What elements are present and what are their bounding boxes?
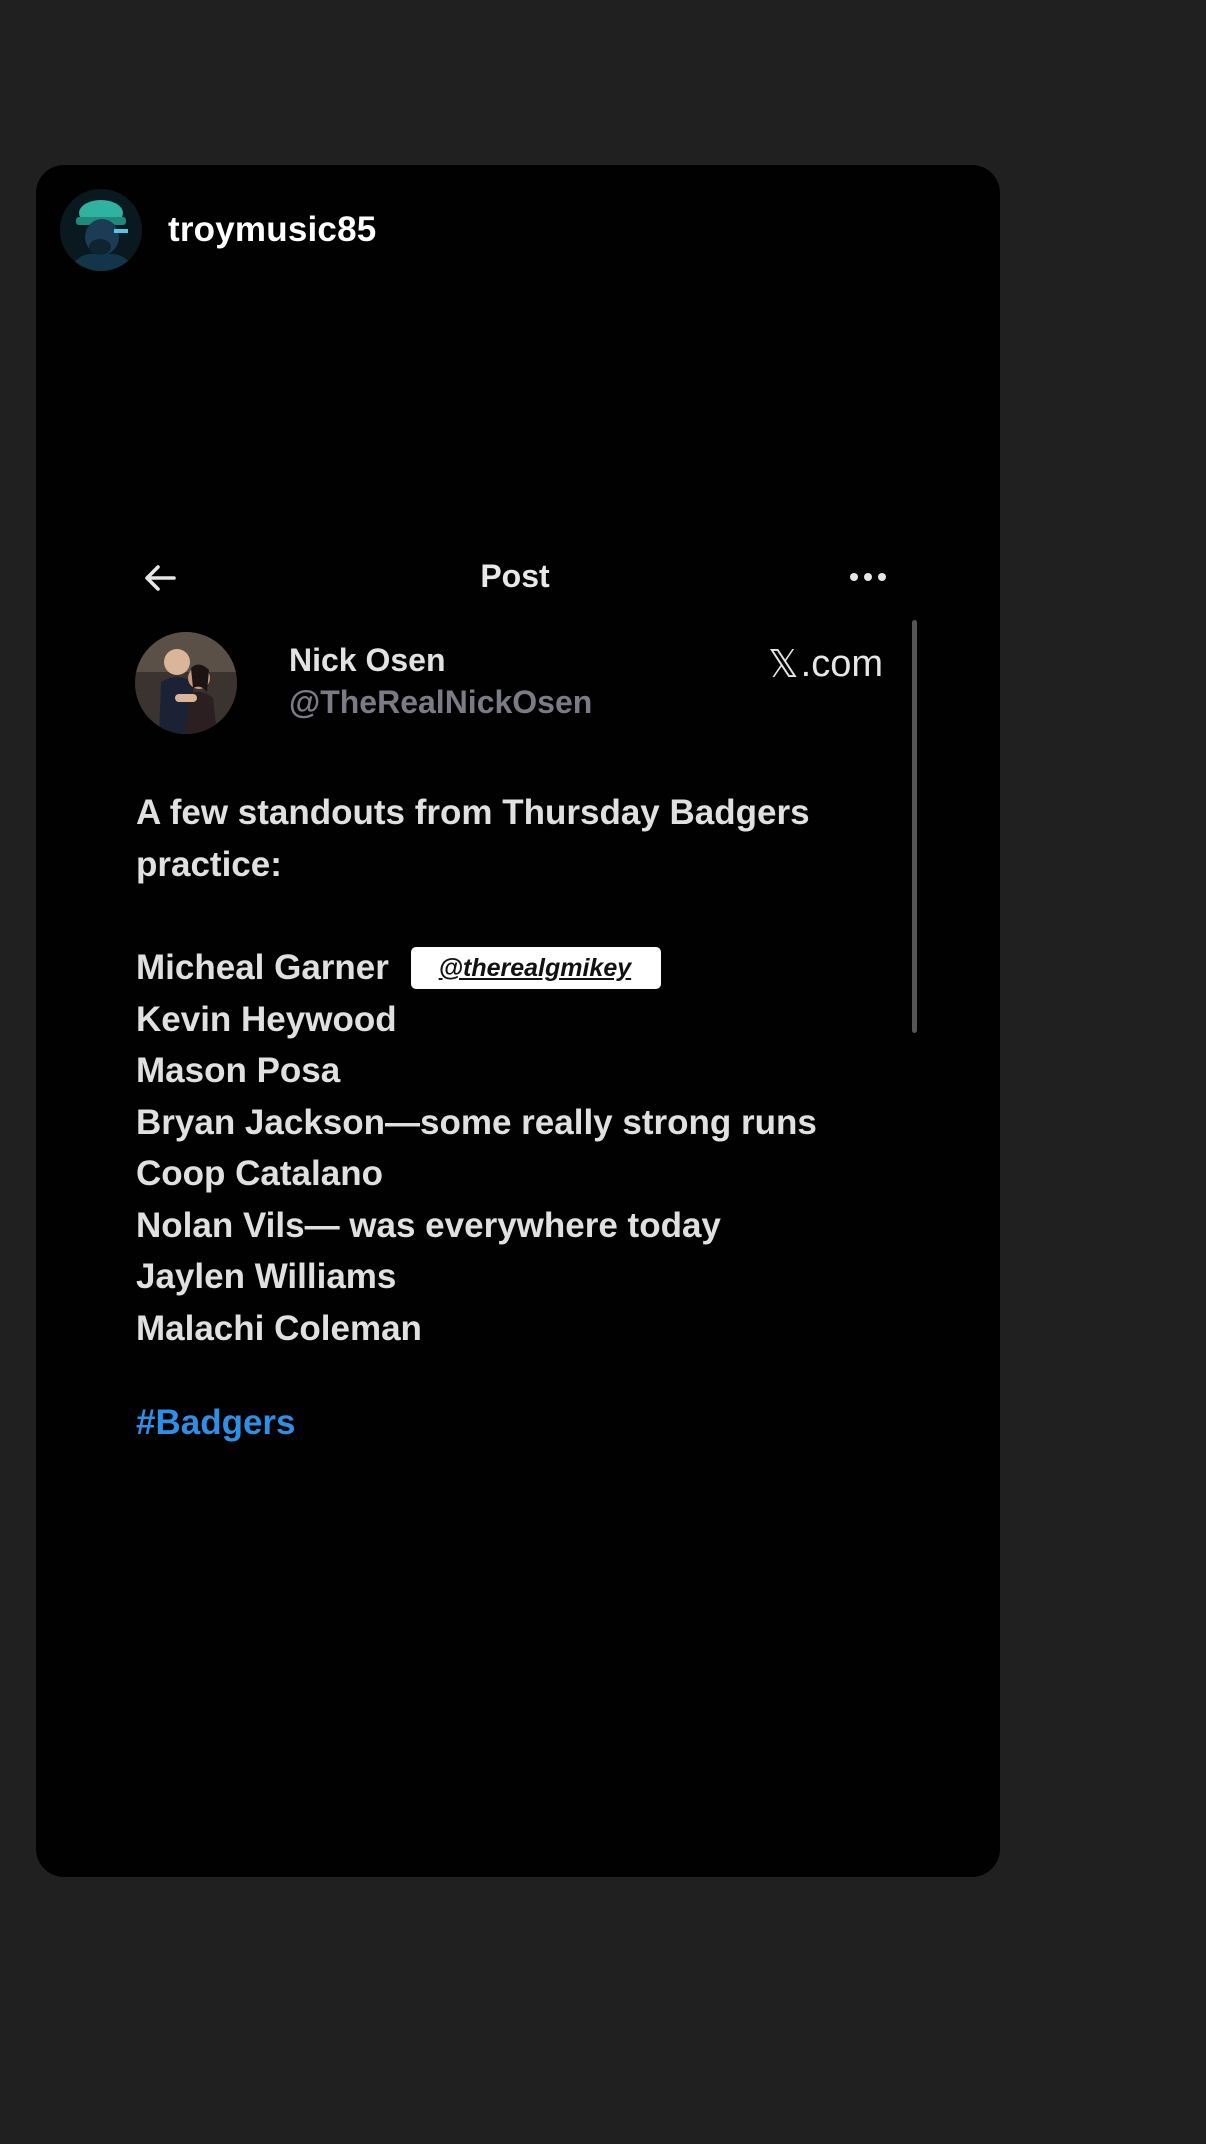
post-topbar: Post <box>140 548 890 608</box>
avatar-image <box>60 189 142 271</box>
post-player-list: Micheal Garner @therealgmikey Kevin Heyw… <box>136 942 916 1354</box>
author-name[interactable]: Nick Osen <box>289 642 446 679</box>
story-avatar[interactable] <box>60 189 142 271</box>
post-intro: A few standouts from Thursday Badgers pr… <box>136 793 810 884</box>
mention-sticker[interactable]: @therealgmikey <box>410 946 661 989</box>
post-title: Post <box>480 558 550 594</box>
hashtag-link[interactable]: #Badgers <box>136 1403 296 1443</box>
list-item: Mason Posa <box>136 1051 341 1090</box>
source-domain: .com <box>800 642 883 685</box>
list-item: Nolan Vils— was everywhere today <box>136 1205 721 1245</box>
list-item: Coop Catalano <box>136 1154 383 1193</box>
list-item: Bryan Jackson—some really strong runs <box>136 1102 817 1142</box>
list-item: Kevin Heywood <box>136 999 397 1039</box>
list-item: Jaylen Williams <box>136 1257 397 1296</box>
source-label: 𝕏 .com <box>768 642 883 686</box>
story-header: troymusic85 <box>60 189 376 271</box>
story-username[interactable]: troymusic85 <box>168 210 376 250</box>
x-logo-icon: 𝕏 <box>768 642 799 686</box>
author-handle[interactable]: @TheRealNickOsen <box>289 684 592 721</box>
more-horizontal-icon[interactable] <box>846 562 890 592</box>
list-item: Micheal Garner @therealgmikey <box>136 942 916 994</box>
post-intro-block: A few standouts from Thursday Badgers pr… <box>136 787 896 891</box>
author-row: Nick Osen @TheRealNickOsen 𝕏 .com <box>135 632 891 742</box>
list-item: Malachi Coleman <box>136 1308 422 1348</box>
list-item-text: Micheal Garner <box>136 948 389 987</box>
author-avatar[interactable] <box>135 632 237 734</box>
author-photo <box>135 632 237 734</box>
